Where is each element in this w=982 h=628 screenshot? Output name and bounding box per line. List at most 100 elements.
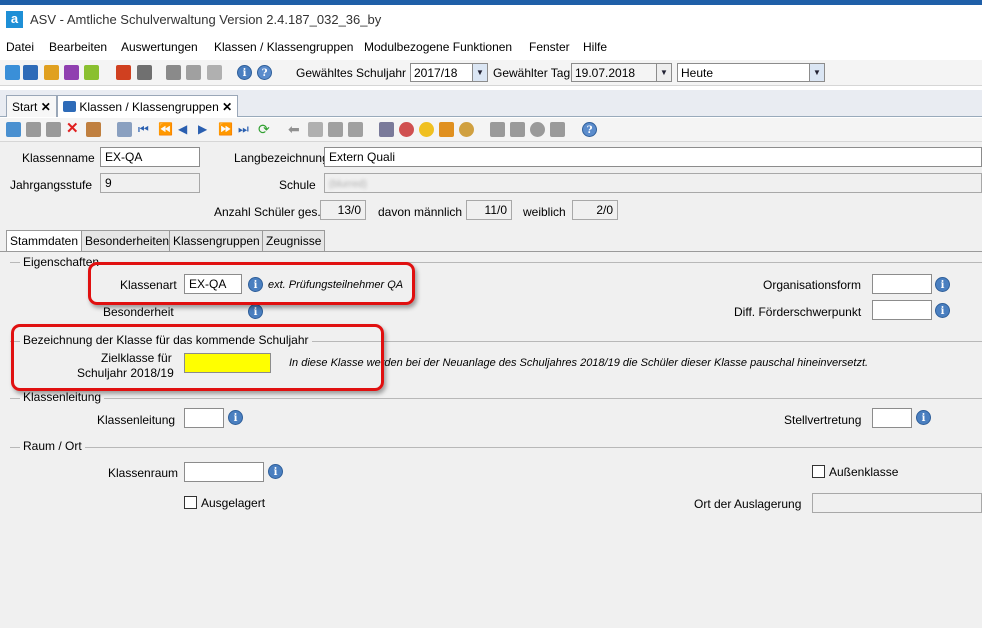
info-icon[interactable]: i xyxy=(248,304,263,319)
class-icon xyxy=(63,101,76,112)
document-tabstrip: Start ✕ Klassen / Klassengruppen ✕ xyxy=(0,90,982,117)
stellvertretung-field[interactable] xyxy=(872,408,912,428)
notes-icon[interactable] xyxy=(84,65,99,80)
next-page-icon[interactable]: ⏩ xyxy=(218,122,233,137)
main-toolbar: i ? Gewähltes Schuljahr 2017/18 ▼ Gewähl… xyxy=(0,60,982,86)
book-icon[interactable] xyxy=(116,65,131,80)
last-record-icon[interactable]: ⏭ xyxy=(238,122,253,137)
info-icon[interactable]: i xyxy=(237,65,252,80)
tag-value: 19.07.2018 xyxy=(575,66,636,80)
previous-page-icon[interactable]: ⏪ xyxy=(158,122,173,137)
tag-select[interactable]: 19.07.2018 ▼ xyxy=(571,63,672,82)
tab-klassen[interactable]: Klassen / Klassengruppen ✕ xyxy=(57,95,239,117)
users-icon[interactable] xyxy=(490,122,505,137)
undo-icon[interactable] xyxy=(46,122,61,137)
jahrgangsstufe-label: Jahrgangsstufe xyxy=(10,178,93,192)
arrow-left-icon[interactable]: ⬅ xyxy=(288,122,303,137)
chevron-down-icon[interactable]: ▼ xyxy=(472,64,487,81)
lightbulb-icon[interactable] xyxy=(419,122,434,137)
tag-preset-select[interactable]: Heute ▼ xyxy=(677,63,825,82)
clock-icon[interactable] xyxy=(459,122,474,137)
first-record-icon[interactable]: ⏮ xyxy=(138,122,153,137)
broom-icon[interactable] xyxy=(439,122,454,137)
foerderschwerpunkt-label: Diff. Förderschwerpunkt xyxy=(734,305,862,319)
preview-eye-icon[interactable] xyxy=(399,122,414,137)
tab-start-label: Start xyxy=(12,100,38,114)
chevron-down-icon[interactable]: ▼ xyxy=(809,64,824,81)
menu-auswertungen[interactable]: Auswertungen xyxy=(121,40,198,54)
info-icon[interactable]: i xyxy=(935,303,950,318)
pupils-icon[interactable] xyxy=(5,65,20,80)
menu-bar: Datei Bearbeiten Auswertungen Klassen / … xyxy=(0,37,982,57)
organisationsform-field[interactable] xyxy=(872,274,932,294)
menu-bearbeiten[interactable]: Bearbeiten xyxy=(49,40,107,54)
schuljahr-select[interactable]: 2017/18 ▼ xyxy=(410,63,488,82)
klassenraum-label: Klassenraum xyxy=(108,466,179,480)
tab-zeugnisse[interactable]: Zeugnisse xyxy=(262,230,326,251)
chevron-down-icon[interactable]: ▼ xyxy=(656,64,671,81)
langbezeichnung-field[interactable]: Extern Quali xyxy=(324,147,982,167)
schuljahr-value: 2017/18 xyxy=(414,66,458,80)
info-icon[interactable]: i xyxy=(268,464,283,479)
card-icon[interactable] xyxy=(186,65,201,80)
refresh-icon[interactable]: ⟳ xyxy=(258,122,273,137)
tab-divider xyxy=(0,251,982,252)
print-icon[interactable] xyxy=(379,122,394,137)
klassenname-field[interactable]: EX-QA xyxy=(100,147,200,167)
copy-icon[interactable] xyxy=(328,122,343,137)
menu-hilfe[interactable]: Hilfe xyxy=(583,40,607,54)
class-icon[interactable] xyxy=(23,65,38,80)
klassenleitung-title: Klassenleitung xyxy=(20,390,105,404)
schuljahr-label: Gewähltes Schuljahr xyxy=(296,66,407,80)
cut-icon[interactable] xyxy=(308,122,323,137)
list-icon[interactable] xyxy=(117,122,132,137)
jahrgangsstufe-field: 9 xyxy=(100,173,200,193)
printer-list-icon[interactable] xyxy=(137,65,152,80)
raum-divider xyxy=(10,447,982,448)
teachers-icon[interactable] xyxy=(44,65,59,80)
menu-modulbezogene-funktionen[interactable]: Modulbezogene Funktionen xyxy=(364,40,512,54)
klassenraum-field[interactable] xyxy=(184,462,264,482)
info-icon[interactable]: i xyxy=(935,277,950,292)
tab-stammdaten[interactable]: Stammdaten xyxy=(6,230,83,252)
courses-icon[interactable] xyxy=(64,65,79,80)
lightning-icon[interactable] xyxy=(207,65,222,80)
save-icon[interactable] xyxy=(26,122,41,137)
anzahl-label: Anzahl Schüler ges. xyxy=(214,205,321,219)
help-icon[interactable]: ? xyxy=(257,65,272,80)
help-icon[interactable]: ? xyxy=(582,122,597,137)
menu-fenster[interactable]: Fenster xyxy=(529,40,570,54)
previous-record-icon[interactable]: ◀ xyxy=(178,122,193,137)
aussenklasse-checkbox[interactable] xyxy=(812,465,825,478)
close-icon[interactable]: ✕ xyxy=(41,100,51,114)
app-icon: a xyxy=(6,11,23,28)
organisationsform-label: Organisationsform xyxy=(763,278,862,292)
annotation-highlight-zielklasse xyxy=(11,324,384,391)
klassenleitung-label: Klassenleitung xyxy=(97,413,176,427)
form-icon[interactable] xyxy=(86,122,101,137)
ausgelagert-checkbox[interactable] xyxy=(184,496,197,509)
foerderschwerpunkt-field[interactable] xyxy=(872,300,932,320)
klassenleitung-divider xyxy=(10,398,982,399)
maennlich-label: davon männlich xyxy=(378,205,463,219)
section-icon[interactable] xyxy=(530,122,545,137)
close-icon[interactable]: ✕ xyxy=(222,100,232,114)
export-icon[interactable] xyxy=(550,122,565,137)
tab-klassengruppen[interactable]: Klassengruppen xyxy=(169,230,264,251)
tab-start[interactable]: Start ✕ xyxy=(6,95,57,117)
info-icon[interactable]: i xyxy=(228,410,243,425)
delete-icon[interactable]: ✕ xyxy=(66,121,81,137)
paste-icon[interactable] xyxy=(348,122,363,137)
menu-datei[interactable]: Datei xyxy=(6,40,34,54)
stellvertretung-label: Stellvertretung xyxy=(784,413,862,427)
next-record-icon[interactable]: ▶ xyxy=(198,122,213,137)
ausgelagert-label: Ausgelagert xyxy=(201,496,266,510)
puzzle-icon[interactable] xyxy=(166,65,181,80)
menu-klassen[interactable]: Klassen / Klassengruppen xyxy=(214,40,353,54)
tab-besonderheiten[interactable]: Besonderheiten xyxy=(81,230,174,251)
window-title: ASV - Amtliche Schulverwaltung Version 2… xyxy=(30,12,382,27)
users-settings-icon[interactable] xyxy=(510,122,525,137)
new-icon[interactable] xyxy=(6,122,21,137)
info-icon[interactable]: i xyxy=(916,410,931,425)
klassenleitung-field[interactable] xyxy=(184,408,224,428)
